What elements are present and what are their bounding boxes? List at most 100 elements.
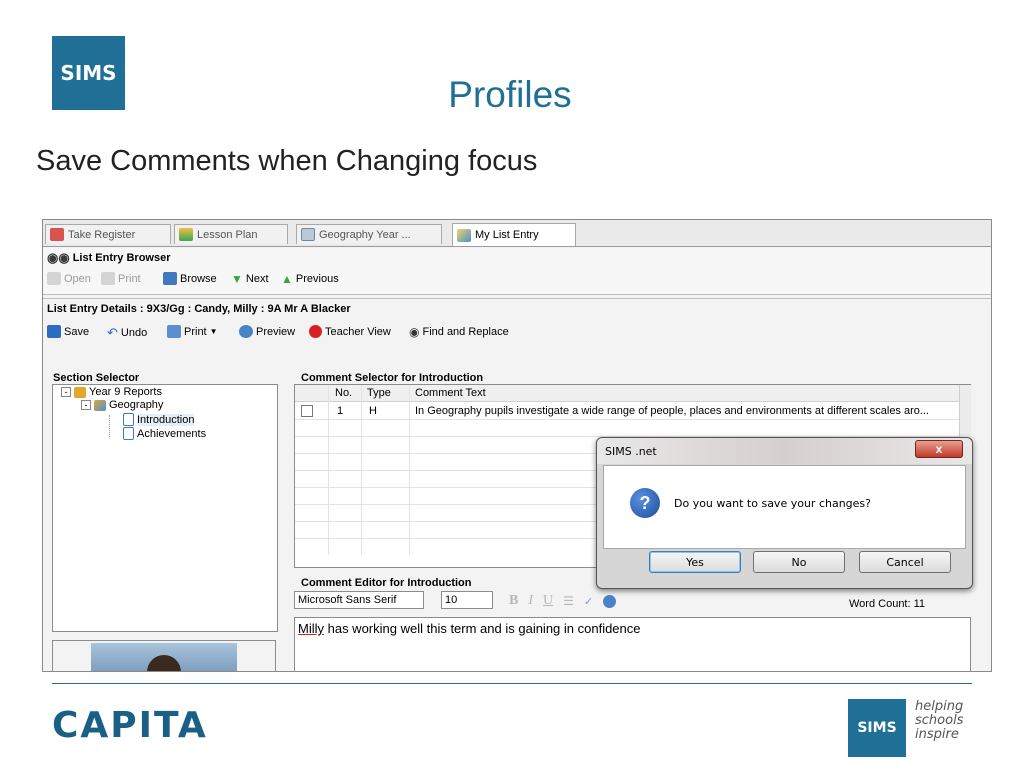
tree-item-label: Introduction — [137, 413, 195, 426]
question-mark: ? — [639, 492, 651, 513]
printer-icon — [167, 325, 181, 338]
find-replace-button[interactable]: ◉ Find and Replace — [409, 325, 509, 339]
tab-label: Lesson Plan — [197, 228, 258, 241]
yes-button[interactable]: Yes — [649, 551, 741, 573]
tree-item-label: Achievements — [137, 427, 207, 440]
close-button[interactable]: x — [915, 440, 963, 458]
comment-editor-title: Comment Editor for Introduction — [301, 577, 472, 589]
bold-button[interactable]: B — [509, 593, 518, 609]
folder-icon — [47, 272, 61, 285]
save-changes-dialog: SIMS .net x ? Do you want to save your c… — [596, 437, 973, 589]
tab-lesson-plan[interactable]: Lesson Plan — [174, 224, 288, 244]
thesaurus-icon[interactable] — [603, 594, 617, 608]
student-photo-head — [147, 655, 181, 671]
tagline: helping schools inspire — [915, 700, 963, 742]
slide-title: Profiles — [448, 74, 572, 115]
browser-title: List Entry Browser — [72, 252, 171, 264]
format-toolbar: B I U ☰ ✓ — [509, 593, 617, 609]
cell-comment-text: In Geography pupils investigate a wide r… — [415, 405, 930, 417]
comment-selector-title: Comment Selector for Introduction — [301, 372, 484, 384]
print-label: Print — [184, 325, 207, 338]
lesson-plan-icon — [179, 228, 193, 241]
teacher-view-label: Teacher View — [325, 325, 391, 338]
italic-button[interactable]: I — [528, 593, 533, 609]
header-type: Type — [367, 387, 391, 399]
grid-column-line — [409, 385, 410, 555]
student-photo — [91, 643, 237, 671]
preview-icon — [239, 325, 253, 338]
tree-node-root[interactable]: - Year 9 Reports — [61, 386, 162, 398]
undo-label: Undo — [120, 327, 148, 339]
collapse-icon[interactable]: - — [81, 400, 91, 410]
browse-icon — [163, 272, 177, 285]
tree-node-introduction[interactable]: Introduction — [123, 413, 195, 426]
dialog-title-bar: SIMS .net x — [597, 438, 972, 464]
details-title: List Entry Details : 9X3/Gg : Candy, Mil… — [47, 303, 351, 315]
tagline-line: schools — [915, 713, 964, 728]
header-comment-text: Comment Text — [415, 387, 486, 399]
tree-root-label: Year 9 Reports — [89, 386, 162, 398]
register-icon — [50, 228, 64, 241]
grid-column-line — [328, 385, 329, 555]
save-icon — [47, 325, 61, 338]
undo-button[interactable]: ↶ Undo — [107, 325, 147, 341]
tree-node-achievements[interactable]: Achievements — [123, 427, 206, 440]
grid-header: No. Type Comment Text — [295, 385, 959, 402]
previous-button[interactable]: ▲ Previous — [281, 272, 339, 286]
open-button[interactable]: Open — [47, 272, 91, 285]
collapse-icon[interactable]: - — [61, 387, 71, 397]
section-icon — [123, 413, 134, 426]
reports-icon — [74, 386, 86, 398]
cell-no: 1 — [337, 405, 344, 417]
header-no: No. — [335, 387, 353, 399]
tab-label: Take Register — [68, 228, 136, 241]
row-checkbox[interactable] — [301, 405, 313, 417]
grid-column-line — [361, 385, 362, 555]
tree-connector — [109, 415, 111, 437]
chevron-down-icon: ▼ — [209, 327, 218, 336]
grid-line — [295, 419, 959, 420]
document-icon — [301, 228, 315, 241]
section-tree: - Year 9 Reports - Geography Introductio… — [52, 384, 278, 632]
bullet-list-icon[interactable]: ☰ — [563, 594, 574, 609]
table-row[interactable]: 1 H In Geography pupils investigate a wi… — [295, 402, 959, 419]
browser-print-button[interactable]: Print — [101, 272, 141, 285]
misspelled-word: Milly — [298, 621, 324, 636]
comment-text: has working well this term and is gainin… — [324, 621, 641, 636]
no-button[interactable]: No — [753, 551, 845, 573]
details-print-button[interactable]: Print ▼ — [167, 325, 218, 338]
tab-my-list-entry[interactable]: My List Entry — [452, 223, 576, 246]
list-entry-details: List Entry Details : 9X3/Gg : Candy, Mil… — [43, 298, 991, 369]
arrow-up-icon: ▲ — [281, 272, 293, 286]
comment-editor-textarea[interactable]: Milly has working well this term and is … — [294, 617, 971, 671]
underline-button[interactable]: U — [543, 593, 553, 609]
font-size-select[interactable]: 10 — [441, 591, 493, 609]
subject-icon — [94, 399, 106, 411]
undo-icon: ↶ — [107, 325, 118, 340]
print-label: Print — [118, 272, 141, 285]
cancel-button[interactable]: Cancel — [859, 551, 951, 573]
list-entry-browser: ◉◉ List Entry Browser Open Print Browse … — [43, 248, 991, 295]
next-button[interactable]: ▼ Next — [231, 272, 269, 286]
browse-button[interactable]: Browse — [163, 272, 217, 285]
section-icon — [123, 427, 134, 440]
arrow-down-icon: ▼ — [231, 272, 243, 286]
cell-type: H — [369, 405, 377, 417]
spellcheck-icon[interactable]: ✓ — [584, 595, 593, 608]
preview-label: Preview — [256, 325, 296, 338]
find-replace-label: Find and Replace — [422, 326, 509, 338]
tree-node-geography[interactable]: - Geography — [81, 399, 163, 411]
tab-geography-year[interactable]: Geography Year ... — [296, 224, 442, 244]
save-button[interactable]: Save — [47, 325, 89, 338]
tab-take-register[interactable]: Take Register — [45, 224, 171, 244]
close-icon: x — [935, 442, 943, 456]
binoculars-icon: ◉◉ — [47, 250, 70, 265]
tab-label: Geography Year ... — [319, 228, 411, 241]
preview-button[interactable]: Preview — [239, 325, 295, 338]
capita-logo: CAPITA — [52, 705, 208, 746]
list-entry-icon — [457, 228, 471, 242]
font-select[interactable]: Microsoft Sans Serif — [294, 591, 424, 609]
section-selector-title: Section Selector — [53, 372, 140, 384]
teacher-view-button[interactable]: Teacher View — [309, 325, 391, 338]
sims-logo: SIMS — [52, 36, 125, 110]
